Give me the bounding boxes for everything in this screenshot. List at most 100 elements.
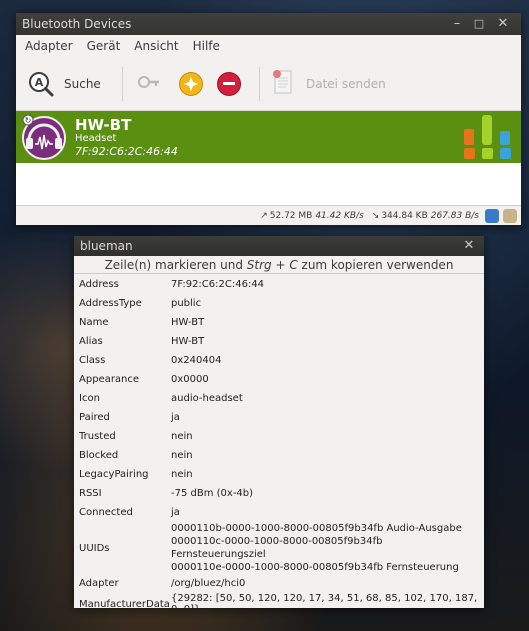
property-value: nein	[171, 469, 193, 480]
copy-hint-shortcut: Strg + C	[246, 258, 298, 272]
tpl-icon	[500, 148, 511, 159]
device-list[interactable]: ↻ HW-BT Headset 7F:92:C6:2C:46:44	[16, 111, 521, 215]
table-row[interactable]: Class 0x240404	[74, 351, 484, 370]
minimize-icon[interactable]: –	[448, 16, 466, 32]
table-row[interactable]: LegacyPairing nein	[74, 465, 484, 484]
property-key: LegacyPairing	[79, 469, 149, 480]
rssi-icon	[482, 148, 493, 159]
table-row[interactable]: Trusted nein	[74, 427, 484, 446]
property-key: RSSI	[79, 488, 102, 499]
table-row[interactable]: Icon audio-headset	[74, 389, 484, 408]
upload-arrow-icon: ↗	[260, 210, 268, 221]
remove-icon	[217, 71, 241, 96]
search-label: Suche	[64, 76, 101, 91]
menu-device[interactable]: Gerät	[80, 39, 128, 53]
property-value: audio-headset	[171, 393, 243, 404]
property-value: ja	[171, 412, 180, 423]
table-row[interactable]: AddressType public	[74, 294, 484, 313]
property-value: HW-BT	[171, 317, 205, 328]
property-value: 0000110b-0000-1000-8000-00805f9b34fb Aud…	[171, 522, 484, 574]
toolbar: A Suche Datei senden	[16, 57, 521, 111]
audio-icon	[464, 148, 475, 159]
device-status-icons	[462, 113, 518, 161]
bluetooth-devices-window: Bluetooth Devices – □ ✕ Adapter Gerät An…	[16, 13, 521, 225]
copy-hint-prefix: Zeile(n) markieren und	[104, 258, 247, 272]
svg-text:A: A	[35, 76, 44, 89]
property-key: Name	[79, 317, 109, 328]
send-file-button[interactable]: Datei senden	[272, 64, 386, 104]
device-type: Headset	[75, 132, 117, 144]
property-value: 0x240404	[171, 355, 222, 366]
key-icon	[137, 70, 161, 97]
plugin-status-icon[interactable]	[503, 208, 517, 223]
download-total: 344.84 KB	[381, 210, 428, 221]
trust-button[interactable]	[179, 64, 203, 104]
property-key: Class	[79, 355, 106, 366]
dialog-titlebar[interactable]: blueman ✕	[74, 236, 484, 256]
upload-rate: 41.42 KB/s	[315, 210, 364, 221]
copy-hint-suffix: zum kopieren verwenden	[297, 258, 454, 272]
property-key: Address	[79, 279, 119, 290]
svg-text:↻: ↻	[25, 116, 32, 125]
window-title: Bluetooth Devices	[22, 17, 132, 31]
table-row[interactable]: Address 7F:92:C6:2C:46:44	[74, 275, 484, 294]
device-info: HW-BT Headset 7F:92:C6:2C:46:44	[75, 117, 178, 158]
device-name: HW-BT	[75, 115, 132, 134]
uuid-entry: 0000110b-0000-1000-8000-00805f9b34fb Aud…	[171, 523, 462, 534]
table-row[interactable]: Alias HW-BT	[74, 332, 484, 351]
toolbar-separator	[259, 66, 260, 101]
property-value: {29282: [50, 50, 120, 120, 17, 34, 51, 6…	[171, 593, 478, 615]
property-value: /org/bluez/hci0	[171, 578, 246, 589]
download-rate: 267.83 B/s	[430, 210, 479, 221]
table-row[interactable]: Paired ja	[74, 408, 484, 427]
toolbar-separator	[122, 66, 123, 101]
property-key: Icon	[79, 393, 100, 404]
property-key: Trusted	[79, 431, 116, 442]
upload-total: 52.72 MB	[269, 210, 313, 221]
menu-help[interactable]: Hilfe	[186, 39, 227, 53]
table-row[interactable]: Connected ja	[74, 503, 484, 522]
send-file-icon	[272, 69, 294, 98]
property-key: AddressType	[79, 298, 142, 309]
table-row[interactable]: Appearance 0x0000	[74, 370, 484, 389]
table-row[interactable]: Blocked nein	[74, 446, 484, 465]
property-value: ja	[171, 507, 180, 518]
search-button[interactable]: A Suche	[16, 64, 116, 104]
property-key: Connected	[79, 507, 133, 518]
property-key: ManufacturerData	[79, 598, 170, 610]
dialog-title: blueman	[80, 239, 133, 253]
device-address: 7F:92:C6:2C:46:44	[75, 144, 178, 158]
bluetooth-status-icon[interactable]	[485, 208, 499, 223]
property-key: Alias	[79, 336, 103, 347]
property-value: public	[171, 298, 202, 309]
menubar: Adapter Gerät Ansicht Hilfe	[16, 35, 521, 57]
table-row[interactable]: UUIDs 0000110b-0000-1000-8000-00805f9b34f…	[74, 522, 484, 574]
properties-table[interactable]: Address 7F:92:C6:2C:46:44 AddressType publi…	[74, 275, 484, 615]
property-key: Appearance	[79, 374, 140, 385]
remove-button[interactable]	[217, 64, 241, 104]
dialog-close-icon[interactable]: ✕	[460, 238, 478, 254]
property-value: nein	[171, 450, 193, 461]
pair-button[interactable]	[137, 64, 161, 104]
maximize-icon[interactable]: □	[470, 16, 488, 32]
blueman-info-dialog: blueman ✕ Zeile(n) markieren und Strg + …	[74, 236, 484, 615]
property-key: UUIDs	[79, 542, 110, 554]
device-row-hw-bt[interactable]: ↻ HW-BT Headset 7F:92:C6:2C:46:44	[16, 111, 521, 163]
table-row[interactable]: RSSI -75 dBm (0x-4b)	[74, 484, 484, 503]
uuid-entry: 0000110e-0000-1000-8000-00805f9b34fb Fer…	[171, 562, 459, 573]
table-row[interactable]: Adapter/org/bluez/hci0	[74, 574, 484, 593]
table-row[interactable]: Name HW-BT	[74, 313, 484, 332]
close-icon[interactable]: ✕	[494, 16, 512, 32]
battery-bar-icon	[464, 129, 474, 145]
download-arrow-icon: ↘	[371, 210, 380, 221]
menu-view[interactable]: Ansicht	[127, 39, 185, 53]
uuid-entry: 0000110c-0000-1000-8000-00805f9b34fb Fer…	[171, 536, 383, 560]
main-titlebar[interactable]: Bluetooth Devices – □ ✕	[16, 13, 521, 35]
statusbar: ↗ 52.72 MB 41.42 KB/s ↘ 344.84 KB 267.83…	[16, 205, 521, 225]
property-value: HW-BT	[171, 336, 205, 347]
table-row[interactable]: ManufacturerData {29282: [50, 50, 120, 12…	[74, 593, 484, 615]
menu-adapter[interactable]: Adapter	[16, 39, 80, 53]
copy-hint: Zeile(n) markieren und Strg + C zum kopi…	[74, 256, 484, 274]
property-key: Adapter	[79, 578, 119, 589]
property-key: Paired	[79, 412, 110, 423]
